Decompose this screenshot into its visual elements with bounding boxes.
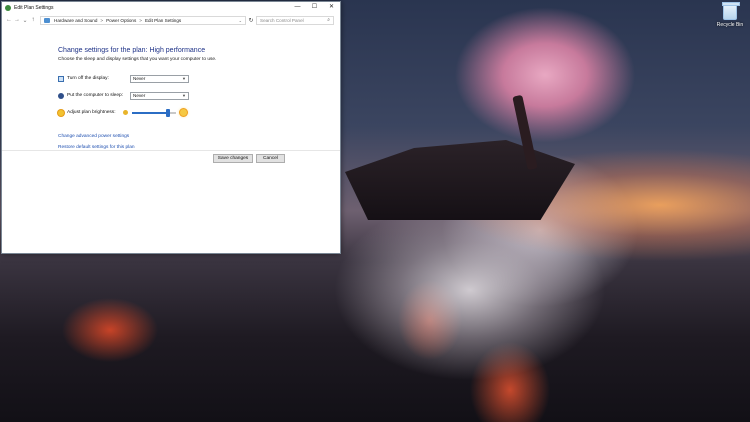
breadcrumb-hardware-and-sound[interactable]: Hardware and Sound bbox=[54, 18, 97, 23]
title-bar[interactable]: Edit Plan Settings — ☐ ✕ bbox=[2, 2, 340, 13]
display-off-label: Turn off the display: bbox=[67, 76, 109, 81]
recent-dropdown-icon[interactable]: ⌄ bbox=[21, 17, 29, 24]
address-bar[interactable]: Hardware and Sound > Power Options > Edi… bbox=[40, 15, 246, 25]
links-section: Change advanced power settings Restore d… bbox=[58, 134, 340, 150]
sleep-label: Put the computer to sleep: bbox=[67, 93, 123, 98]
brightness-label: Adjust plan brightness: bbox=[67, 110, 116, 115]
slider-thumb[interactable] bbox=[166, 108, 170, 117]
action-buttons: Save changes Cancel bbox=[213, 154, 285, 163]
divider bbox=[2, 150, 340, 151]
breadcrumb-power-options[interactable]: Power Options bbox=[106, 18, 136, 23]
search-input[interactable]: Search Control Panel bbox=[260, 18, 327, 23]
page-heading: Change settings for the plan: High perfo… bbox=[58, 47, 206, 54]
breadcrumb-separator: > bbox=[139, 17, 142, 23]
chevron-down-icon: ▼ bbox=[182, 76, 186, 81]
minimize-button[interactable]: — bbox=[289, 2, 306, 13]
wallpaper-cliff bbox=[345, 140, 575, 220]
brightness-icon bbox=[58, 109, 64, 116]
forward-arrow-icon[interactable]: → bbox=[13, 17, 21, 23]
brightness-slider[interactable] bbox=[132, 108, 176, 117]
display-off-select[interactable]: Never ▼ bbox=[130, 74, 189, 83]
cancel-button[interactable]: Cancel bbox=[256, 154, 285, 163]
chevron-down-icon: ▼ bbox=[182, 93, 186, 98]
close-button[interactable]: ✕ bbox=[323, 2, 340, 13]
bright-sun-icon bbox=[180, 109, 187, 116]
recycle-bin[interactable]: Recycle Bin bbox=[712, 2, 748, 28]
breadcrumb-separator: > bbox=[100, 17, 104, 23]
save-changes-button[interactable]: Save changes bbox=[213, 154, 253, 163]
sleep-icon bbox=[58, 92, 64, 99]
advanced-power-settings-link[interactable]: Change advanced power settings bbox=[58, 134, 340, 139]
display-off-value: Never bbox=[133, 76, 146, 81]
recycle-bin-icon bbox=[722, 2, 740, 20]
slider-fill bbox=[132, 111, 168, 114]
monitor-icon bbox=[58, 75, 64, 82]
control-panel-icon bbox=[44, 17, 50, 23]
dim-sun-icon bbox=[123, 110, 128, 115]
recycle-bin-label: Recycle Bin bbox=[716, 22, 744, 28]
power-options-icon bbox=[5, 4, 11, 11]
plan-settings-content: Change settings for the plan: High perfo… bbox=[2, 27, 340, 150]
up-arrow-icon[interactable]: ↑ bbox=[29, 17, 37, 23]
back-arrow-icon[interactable]: ← bbox=[5, 17, 13, 23]
window-title: Edit Plan Settings bbox=[14, 4, 54, 11]
brightness-setting: Adjust plan brightness: bbox=[58, 107, 340, 118]
page-subtext: Choose the sleep and display settings th… bbox=[58, 57, 217, 62]
sleep-setting: Put the computer to sleep: Never ▼ bbox=[58, 90, 340, 101]
edit-plan-settings-window: Edit Plan Settings — ☐ ✕ ← → ⌄ ↑ Hardwar… bbox=[1, 1, 341, 254]
display-off-setting: Turn off the display: Never ▼ bbox=[58, 73, 340, 84]
address-row: ← → ⌄ ↑ Hardware and Sound > Power Optio… bbox=[2, 13, 340, 27]
address-dropdown-icon[interactable]: ⌄ bbox=[239, 18, 242, 23]
maximize-button[interactable]: ☐ bbox=[306, 2, 323, 13]
breadcrumb-edit-plan-settings[interactable]: Edit Plan Settings bbox=[145, 18, 181, 23]
sleep-select[interactable]: Never ▼ bbox=[130, 91, 189, 100]
sleep-value: Never bbox=[133, 93, 146, 98]
refresh-icon[interactable]: ↻ bbox=[246, 17, 256, 24]
search-box[interactable]: Search Control Panel ⌕ bbox=[256, 15, 334, 25]
search-icon[interactable]: ⌕ bbox=[327, 17, 330, 23]
